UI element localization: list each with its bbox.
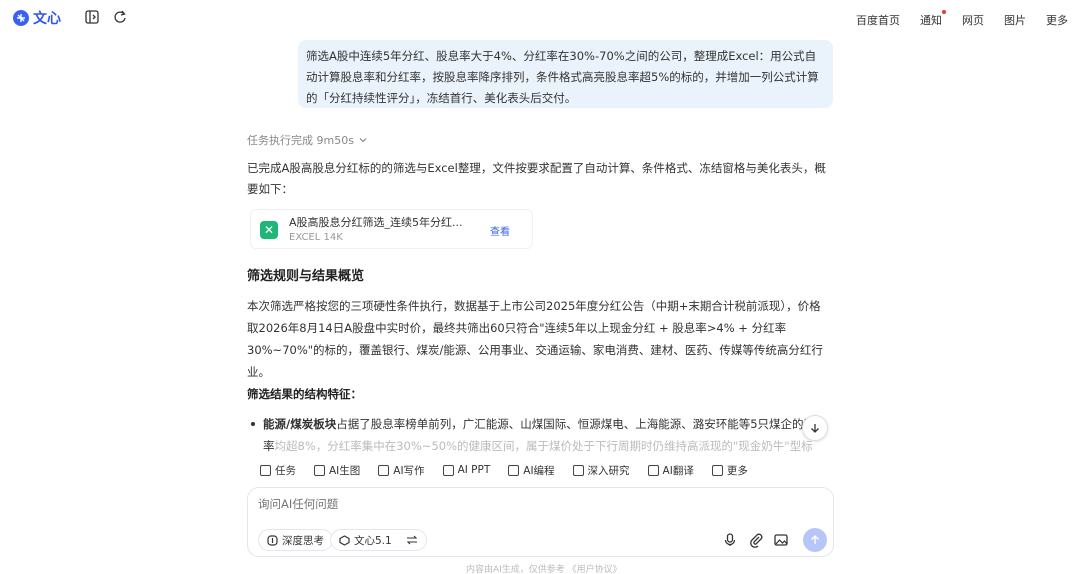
- user-message: 筛选A股中连续5年分红、股息率大于4%、分红率在30%-70%之间的公司，整理成…: [298, 40, 833, 108]
- footer-disclaimer: 内容由AI生成，仅供参考 《用户协议》: [466, 565, 622, 574]
- deep-think-toggle[interactable]: 深度思考: [258, 529, 333, 551]
- tool-task-label: 任务: [275, 464, 296, 477]
- pen-icon: [378, 464, 390, 476]
- switch-icon: [406, 535, 418, 545]
- tool-ai-coding-label: AI编程: [523, 464, 555, 477]
- summary-paragraph: 本次筛选严格按您的三项硬性条件执行，数据基于上市公司2025年度分红公告（中期+…: [247, 299, 823, 379]
- model-selector[interactable]: 文心5.1: [330, 529, 427, 551]
- tool-ai-ppt-label: AI PPT: [457, 464, 491, 476]
- response-intro: 已完成A股高股息分红标的的筛选与Excel整理，文件按要求配置了自动计算、条件格…: [247, 161, 826, 196]
- cube-icon: [339, 534, 350, 546]
- tool-ai-ppt[interactable]: AI PPT: [437, 461, 497, 479]
- deep-think-label: 深度思考: [282, 534, 324, 547]
- tool-deep-research[interactable]: 深入研究: [567, 461, 636, 479]
- bullet-bold: 能源/煤炭板块: [263, 417, 337, 431]
- tool-deep-research-label: 深入研究: [587, 464, 630, 477]
- image-icon: [314, 464, 325, 476]
- file-name: A股高股息分红筛选_连续5年分红...: [289, 216, 463, 229]
- file-meta: EXCEL 14K: [289, 232, 343, 243]
- research-icon: [572, 464, 584, 476]
- ppt-icon: [442, 464, 454, 476]
- send-button[interactable]: [803, 528, 827, 552]
- brain-icon: [267, 534, 278, 546]
- chevron-down-icon: [359, 138, 367, 143]
- attachment-icon[interactable]: [748, 532, 764, 548]
- tool-ai-image-label: AI生图: [329, 464, 361, 477]
- tool-ai-writing-label: AI写作: [393, 464, 425, 477]
- image-upload-icon[interactable]: [773, 532, 789, 548]
- more-grid-icon: [711, 464, 723, 476]
- tool-task[interactable]: 任务: [254, 461, 302, 479]
- model-label: 文心5.1: [354, 534, 392, 547]
- task-status-label: 任务执行完成 9m50s: [247, 134, 354, 147]
- tool-ai-writing[interactable]: AI写作: [372, 461, 430, 479]
- section-heading: 筛选规则与结果概览: [247, 269, 365, 284]
- tool-ai-image[interactable]: AI生图: [308, 461, 366, 479]
- sub-heading: 筛选结果的结构特征：: [247, 387, 362, 401]
- task-status[interactable]: 任务执行完成 9m50s: [247, 132, 368, 148]
- composer: 深度思考 文心5.1: [247, 487, 834, 557]
- tool-ai-translate-label: AI翻译: [662, 464, 694, 477]
- tool-more[interactable]: 更多: [706, 461, 754, 479]
- arrow-up-icon: [811, 535, 819, 544]
- arrow-down-icon: [811, 424, 819, 433]
- open-file-link[interactable]: 查看: [490, 223, 510, 238]
- code-icon: [508, 464, 520, 476]
- tool-ai-coding[interactable]: AI编程: [502, 461, 560, 479]
- chat-input[interactable]: [258, 497, 758, 511]
- excel-file-card[interactable]: ✕ A股高股息分红筛选_连续5年分红... EXCEL 14K 查看: [250, 209, 533, 249]
- tool-ai-translate[interactable]: AI翻译: [642, 461, 700, 479]
- task-icon: [260, 464, 271, 476]
- scroll-down-button[interactable]: [802, 415, 828, 441]
- excel-file-icon: ✕: [260, 221, 278, 239]
- translate-icon: [647, 464, 659, 476]
- tool-more-label: 更多: [726, 464, 748, 477]
- microphone-icon[interactable]: [722, 532, 738, 548]
- tool-row: 任务 AI生图 AI写作 AI PPT AI编程 深入研究 AI翻译 更多: [254, 461, 754, 479]
